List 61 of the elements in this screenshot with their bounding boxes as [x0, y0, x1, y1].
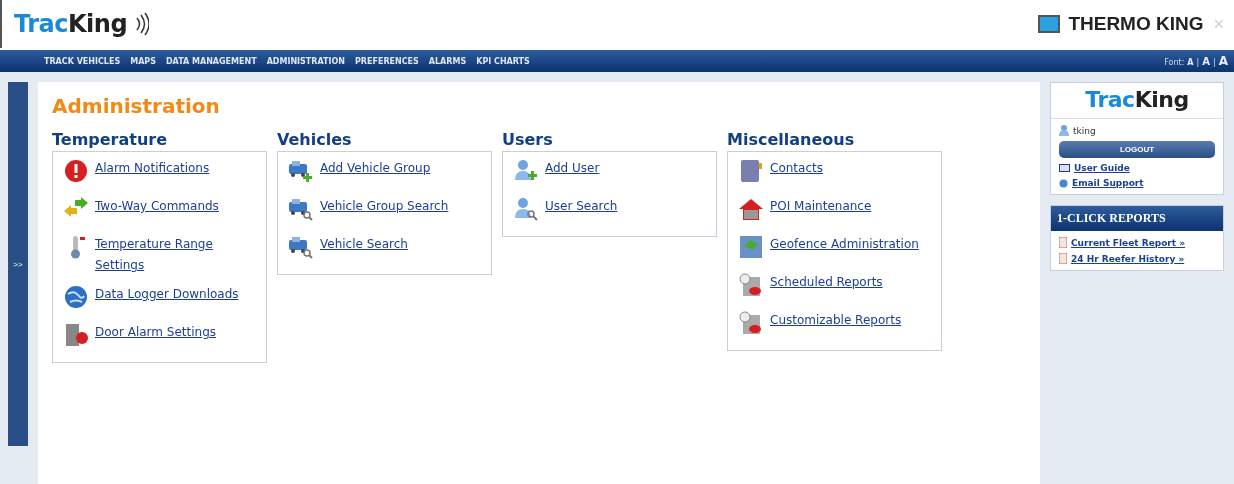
alert-icon: [63, 158, 89, 184]
nav-link[interactable]: KPI CHARTS: [476, 56, 530, 66]
tracking-logo: TracKing: [14, 10, 128, 38]
brand-name: THERMO KING: [1068, 13, 1204, 35]
link[interactable]: Door Alarm Settings: [95, 322, 216, 343]
nav-link[interactable]: ADMINISTRATION: [266, 56, 345, 66]
link[interactable]: Two-Way Commands: [95, 196, 219, 217]
link[interactable]: Vehicle Group Search: [320, 196, 449, 217]
font-size-link[interactable]: A: [1202, 56, 1210, 67]
expand-panel-button[interactable]: >>: [8, 82, 28, 446]
link[interactable]: Geofence Administration: [770, 234, 919, 255]
link[interactable]: Scheduled Reports: [770, 272, 883, 293]
font-label: Font:: [1164, 58, 1185, 67]
nav-link[interactable]: MAPS: [130, 56, 156, 66]
report-clock-icon: [738, 310, 764, 336]
user-search-icon: [513, 196, 539, 222]
link[interactable]: Vehicle Search: [320, 234, 408, 255]
link[interactable]: Add Vehicle Group: [320, 158, 431, 179]
door-icon: [63, 322, 89, 348]
section-title: Vehicles: [277, 130, 353, 149]
link[interactable]: POI Maintenance: [770, 196, 872, 217]
link[interactable]: Data Logger Downloads: [95, 284, 239, 305]
report-link[interactable]: Current Fleet Report »: [1071, 237, 1186, 248]
report-clock-icon: [738, 272, 764, 298]
link[interactable]: Temperature Range Settings: [95, 234, 245, 276]
monitor-icon: [1059, 163, 1070, 173]
link[interactable]: Contacts: [770, 158, 823, 179]
font-size-link[interactable]: A: [1187, 58, 1194, 67]
font-size-link[interactable]: A: [1218, 54, 1228, 68]
link[interactable]: Customizable Reports: [770, 310, 902, 331]
book-icon: [738, 158, 764, 184]
separator: |: [1196, 58, 1200, 67]
user-icon: [1059, 125, 1069, 136]
signal-arcs-icon: [135, 12, 150, 36]
nav-link[interactable]: DATA MANAGEMENT: [165, 56, 257, 66]
section-title: Temperature: [52, 130, 169, 149]
section-title: Miscellaneous: [727, 130, 856, 149]
link[interactable]: User Search: [545, 196, 618, 217]
nav-link[interactable]: PREFERENCES: [354, 56, 419, 66]
report-icon: [1059, 237, 1067, 248]
vehicle-search-icon: [288, 234, 314, 260]
username: tking: [1073, 125, 1096, 136]
logout-button[interactable]: LOGOUT: [1059, 141, 1215, 158]
nav-link[interactable]: TRACK VEHICLES: [44, 56, 121, 66]
map-icon: [738, 234, 764, 260]
brand-logo-icon: [1038, 15, 1061, 33]
reports-title: 1-CLICK REPORTS: [1051, 206, 1223, 231]
vehicle-add-icon: [288, 158, 314, 184]
tracking-logo: TracKing: [1085, 87, 1189, 112]
nav-link[interactable]: ALARMS: [428, 56, 467, 66]
link[interactable]: Add User: [545, 158, 600, 179]
report-icon: [1059, 253, 1067, 264]
help-link[interactable]: User Guide: [1074, 163, 1130, 173]
house-icon: [738, 196, 764, 222]
vehicle-search-icon: [288, 196, 314, 222]
page-title: Administration: [52, 94, 221, 118]
help-link[interactable]: Email Support: [1072, 178, 1144, 188]
report-link[interactable]: 24 Hr Reefer History »: [1071, 253, 1185, 264]
link[interactable]: Alarm Notifications: [95, 158, 210, 179]
section-title: Users: [502, 130, 554, 149]
separator: |: [1213, 58, 1216, 67]
